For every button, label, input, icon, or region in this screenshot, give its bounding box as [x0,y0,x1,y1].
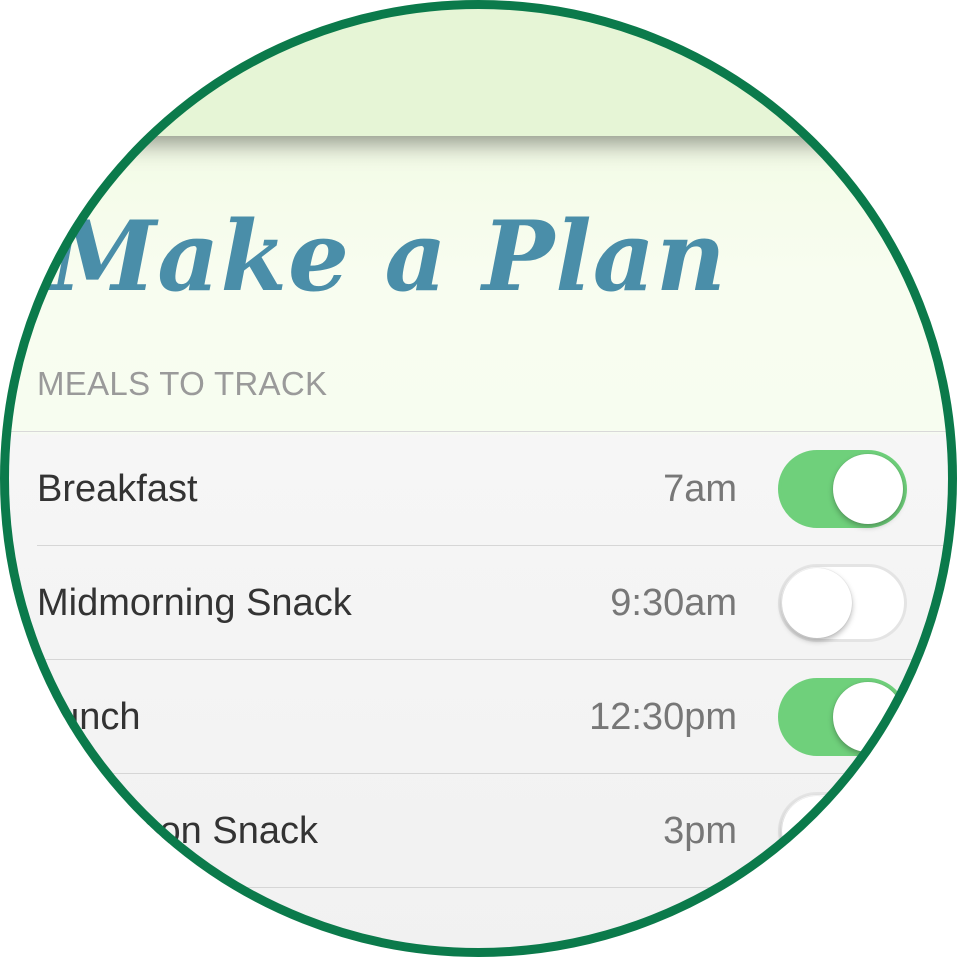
toggle-knob [782,568,852,638]
meal-time[interactable]: 12:30pm [589,694,737,740]
toggle-knob [782,796,852,866]
meal-toggle-lunch[interactable] [778,678,907,756]
meal-row-breakfast[interactable]: Breakfast 7am [37,432,957,546]
toggle-knob [833,682,903,752]
meal-name: Afternoon Snack [37,810,318,852]
meal-row-lunch[interactable]: Lunch 12:30pm [37,660,957,774]
section-header-meals: MEALS TO TRACK [37,365,328,402]
app-screen: Make a Plan MEALS TO TRACK Breakfast 7am… [0,0,957,957]
plan-content: Make a Plan MEALS TO TRACK Breakfast 7am… [0,136,957,957]
meal-row-midmorning-snack[interactable]: Midmorning Snack 9:30am [37,546,957,660]
meal-list: Breakfast 7am Midmorning Snack 9:30am Lu… [0,431,957,888]
meal-name: Lunch [37,696,141,738]
meal-toggle-afternoon-snack[interactable] [778,792,907,870]
meal-name: Midmorning Snack [37,582,352,624]
meal-toggle-midmorning-snack[interactable] [778,564,907,642]
navigation-bar [0,0,957,136]
meal-time[interactable]: 3pm [663,808,737,854]
meal-time[interactable]: 9:30am [610,580,737,626]
page-title: Make a Plan [50,200,727,313]
meal-time[interactable]: 7am [663,466,737,512]
meal-name: Breakfast [37,468,198,510]
toggle-knob [833,454,903,524]
meal-toggle-breakfast[interactable] [778,450,907,528]
meal-row-afternoon-snack[interactable]: Afternoon Snack 3pm [37,774,957,888]
